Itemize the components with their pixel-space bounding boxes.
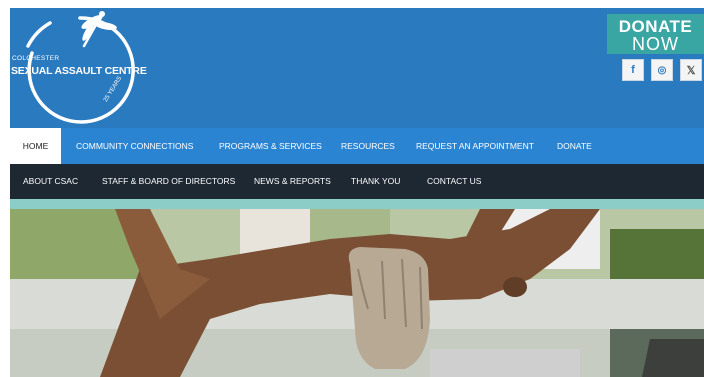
nav-item-about-csac[interactable]: ABOUT CSAC	[23, 164, 78, 199]
nav-item-home[interactable]: HOME	[10, 128, 61, 164]
page: COLCHESTER SEXUAL ASSAULT CENTRE 25 YEAR…	[10, 8, 704, 377]
donate-now-line2: NOW	[632, 34, 679, 54]
x-icon[interactable]: 𝕏	[680, 59, 702, 81]
primary-nav: HOME COMMUNITY CONNECTIONS PROGRAMS & SE…	[10, 128, 704, 164]
nav-item-resources[interactable]: RESOURCES	[341, 128, 395, 164]
site-header: COLCHESTER SEXUAL ASSAULT CENTRE 25 YEAR…	[10, 8, 704, 128]
nav-item-thank-you[interactable]: THANK YOU	[351, 164, 400, 199]
nav-item-donate[interactable]: DONATE	[557, 128, 592, 164]
nav-item-staff-board[interactable]: STAFF & BOARD OF DIRECTORS	[102, 164, 235, 199]
site-logo[interactable]: COLCHESTER SEXUAL ASSAULT CENTRE 25 YEAR…	[10, 8, 150, 128]
dragonfly-icon	[81, 11, 117, 48]
logo-text-colchester: COLCHESTER	[12, 55, 60, 62]
nav-item-contact-us[interactable]: CONTACT US	[427, 164, 481, 199]
nav-item-news-reports[interactable]: NEWS & REPORTS	[254, 164, 331, 199]
nav-item-programs-services[interactable]: PROGRAMS & SERVICES	[219, 128, 322, 164]
donate-now-line1: DONATE	[618, 17, 693, 36]
facebook-icon[interactable]: f	[622, 59, 644, 81]
secondary-nav: ABOUT CSAC STAFF & BOARD OF DIRECTORS NE…	[10, 164, 704, 199]
nav-item-request-appointment[interactable]: REQUEST AN APPOINTMENT	[416, 128, 534, 164]
nav-item-community-connections[interactable]: COMMUNITY CONNECTIONS	[76, 128, 193, 164]
donate-now-button[interactable]: DONATE NOW	[607, 14, 704, 54]
accent-bar	[10, 199, 704, 209]
hero-illustration	[10, 209, 704, 377]
hero-image	[10, 209, 704, 377]
instagram-icon[interactable]: ◎	[651, 59, 673, 81]
logo-text-name: SEXUAL ASSAULT CENTRE	[11, 65, 147, 77]
